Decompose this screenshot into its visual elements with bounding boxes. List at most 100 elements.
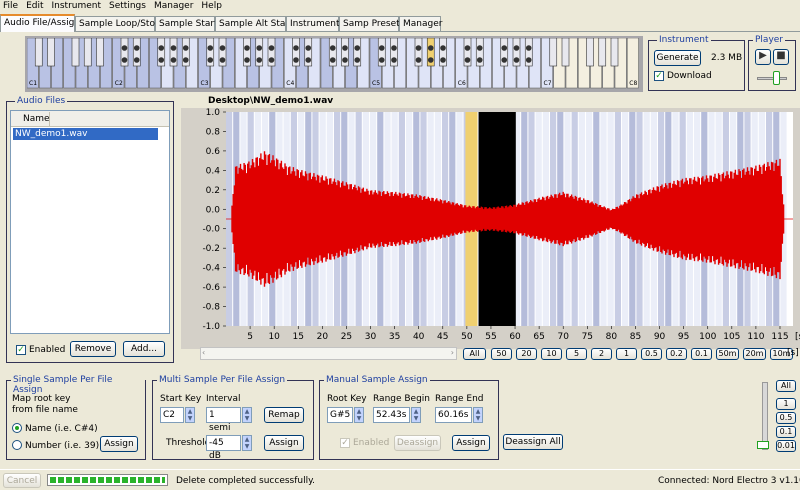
volume-slider-thumb[interactable] xyxy=(773,71,780,85)
key-dot xyxy=(305,45,312,51)
menu-help[interactable]: Help xyxy=(198,0,227,13)
x-tick-label: 80 xyxy=(606,332,618,342)
black-key[interactable] xyxy=(610,38,619,67)
list-column-name[interactable]: Name xyxy=(23,114,50,124)
interval-spinner[interactable]: ▲ ▼ xyxy=(242,407,252,423)
key-dot xyxy=(305,57,312,63)
zoom-button-1[interactable]: 1 xyxy=(616,348,637,360)
scroll-left-icon[interactable]: ‹ xyxy=(202,348,205,357)
zoom-unit: [s] xyxy=(787,348,799,358)
root-key-input[interactable]: G#5 xyxy=(327,407,353,423)
range-begin-input[interactable]: 52.43s xyxy=(373,407,410,423)
single-assign-button[interactable]: Assign xyxy=(100,436,138,452)
black-key[interactable] xyxy=(96,38,104,67)
radio-number[interactable] xyxy=(12,440,22,450)
key-dot xyxy=(513,57,520,63)
zoom-button-10[interactable]: 10 xyxy=(541,348,562,360)
range-end-input[interactable]: 60.16s xyxy=(435,407,472,423)
tab-sample-alt-start[interactable]: Sample Alt Start xyxy=(215,16,293,31)
enabled-label: Enabled xyxy=(29,345,66,355)
key-dot xyxy=(170,45,177,51)
threshold-spinner[interactable]: ▲ ▼ xyxy=(242,435,252,451)
download-checkbox[interactable]: ✓ xyxy=(654,71,664,81)
zoom-button-50[interactable]: 50 xyxy=(491,348,512,360)
x-tick-label: 105 xyxy=(723,332,740,342)
octave-label-C1: C1 xyxy=(29,80,37,87)
vertical-zoom-All[interactable]: All xyxy=(776,380,796,392)
vertical-zoom-slider[interactable] xyxy=(762,382,768,450)
y-tick-label: 0.4 xyxy=(206,166,221,176)
vertical-zoom-0.01[interactable]: 0.01 xyxy=(776,440,796,452)
add-button[interactable]: Add... xyxy=(123,341,165,357)
start-key-spinner[interactable]: ▲ ▼ xyxy=(185,407,195,423)
stop-button[interactable]: ■ xyxy=(773,49,789,65)
menu-manager[interactable]: Manager xyxy=(151,0,198,13)
tab-sample-start[interactable]: Sample Start xyxy=(155,16,218,31)
tab-samp-preset[interactable]: Samp Preset xyxy=(339,16,400,31)
tab-instrument[interactable]: Instrument xyxy=(286,16,340,31)
key-dot xyxy=(427,45,434,51)
zoom-button-2[interactable]: 2 xyxy=(591,348,612,360)
range-end-spinner[interactable]: ▲ ▼ xyxy=(473,407,483,423)
list-item[interactable]: NW_demo1.wav xyxy=(13,128,158,140)
menu-settings[interactable]: Settings xyxy=(106,0,151,13)
zoom-button-20m[interactable]: 20m xyxy=(743,348,766,360)
tab-audio-file-assign[interactable]: Audio File/Assign xyxy=(0,14,80,32)
waveform-plot[interactable]: 1.0 0.8 0.6 0.4 0.2 0.0 -0.0 -0.2 -0.4 -0.6 -0.8 -1… xyxy=(181,108,800,349)
x-tick-label: 40 xyxy=(413,332,425,342)
vertical-zoom-0.1[interactable]: 0.1 xyxy=(776,426,796,438)
manual-assign-button[interactable]: Assign xyxy=(452,435,490,451)
root-key-spinner[interactable]: ▲ ▼ xyxy=(354,407,364,423)
generate-button[interactable]: Generate xyxy=(654,50,701,66)
interval-input[interactable]: 1 semi xyxy=(206,407,241,433)
menu-instrument[interactable]: Instrument xyxy=(49,0,107,13)
volume-slider-track[interactable] xyxy=(757,77,787,80)
vertical-zoom-1[interactable]: 1 xyxy=(776,398,796,410)
progress-fill xyxy=(50,477,165,483)
key-dot xyxy=(170,57,177,63)
scroll-right-icon[interactable]: › xyxy=(451,348,454,357)
deassign-button[interactable]: Deassign xyxy=(394,435,441,451)
x-tick-label: 85 xyxy=(630,332,641,342)
key-dot xyxy=(440,57,446,63)
black-key[interactable] xyxy=(561,38,570,67)
start-key-input[interactable]: C2 xyxy=(160,407,184,423)
audio-file-list[interactable]: Name NW_demo1.wav xyxy=(10,110,170,334)
manual-assign-title: Manual Sample Assign xyxy=(324,375,430,385)
vertical-zoom-0.5[interactable]: 0.5 xyxy=(776,412,796,424)
enabled-checkbox[interactable]: ✓ xyxy=(16,345,26,355)
black-key[interactable] xyxy=(83,38,92,67)
range-begin-spinner[interactable]: ▲ ▼ xyxy=(411,407,421,423)
waveform-scrollbar[interactable]: ‹ › xyxy=(200,347,457,360)
multi-assign-button[interactable]: Assign xyxy=(264,435,304,451)
piano-keyboard[interactable]: C1 C2 C3 C4 C5 C6 C7 C8 xyxy=(27,38,641,90)
zoom-button-20[interactable]: 20 xyxy=(516,348,537,360)
zoom-button-0.2[interactable]: 0.2 xyxy=(666,348,687,360)
tab-manager[interactable]: Manager xyxy=(399,16,442,31)
black-key[interactable] xyxy=(586,38,594,67)
zoom-button-0.1[interactable]: 0.1 xyxy=(691,348,712,360)
zoom-button-5[interactable]: 5 xyxy=(566,348,587,360)
key-dot xyxy=(207,45,214,51)
zoom-button-0.5[interactable]: 0.5 xyxy=(641,348,662,360)
play-button[interactable]: ▶ xyxy=(755,49,771,65)
cancel-button[interactable]: Cancel xyxy=(3,473,41,488)
tab-sample-loop-stop[interactable]: Sample Loop/Stop xyxy=(75,16,161,31)
black-key[interactable] xyxy=(71,38,80,67)
vertical-zoom-thumb[interactable] xyxy=(757,441,769,449)
zoom-all-button[interactable]: All xyxy=(463,348,486,360)
zoom-button-50m[interactable]: 50m xyxy=(716,348,739,360)
deassign-all-button[interactable]: Deassign All xyxy=(503,434,563,450)
manual-enabled-checkbox[interactable]: ✓ xyxy=(340,438,350,448)
radio-name[interactable] xyxy=(12,423,22,433)
black-key[interactable] xyxy=(34,38,43,67)
menu-edit[interactable]: Edit xyxy=(23,0,48,13)
remove-button[interactable]: Remove xyxy=(70,341,116,357)
key-dot xyxy=(329,57,336,63)
remap-button[interactable]: Remap xyxy=(264,407,304,423)
black-key[interactable] xyxy=(47,38,55,67)
black-key[interactable] xyxy=(598,38,607,67)
black-key[interactable] xyxy=(549,38,558,67)
menu-file[interactable]: File xyxy=(0,0,23,13)
threshold-input[interactable]: -45 dB xyxy=(206,435,241,461)
